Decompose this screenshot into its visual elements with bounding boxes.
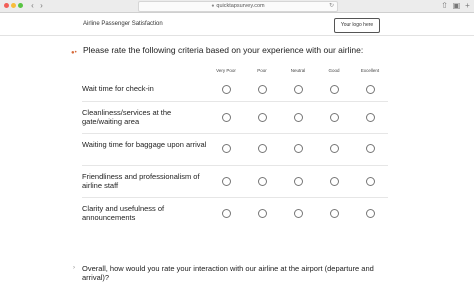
radio-staff-excellent[interactable] <box>365 176 375 186</box>
row-label-announcements: Clarity and usefulness of announcements <box>82 204 165 222</box>
radio-staff-very-poor[interactable] <box>221 176 231 186</box>
question-marker-icon: › <box>73 265 75 271</box>
back-arrow-icon[interactable]: ‹ <box>28 1 37 10</box>
radio-check-in-neutral[interactable] <box>293 84 303 94</box>
row-divider <box>82 197 388 198</box>
survey-header: Airline Passenger Satisfaction Your logo… <box>0 13 474 35</box>
question-1-text: Please rate the following criteria based… <box>83 45 364 55</box>
row-divider <box>82 165 388 166</box>
question-marker-icon: ●• <box>71 50 77 56</box>
maximize-window-button[interactable] <box>18 3 23 8</box>
radio-cleanliness-good[interactable] <box>329 112 339 122</box>
address-bar[interactable]: ● quicktapsurvey.com ↻ <box>138 1 338 12</box>
radio-staff-good[interactable] <box>329 176 339 186</box>
radio-announcements-neutral[interactable] <box>293 208 303 218</box>
survey-title: Airline Passenger Satisfaction <box>83 21 163 27</box>
question-2-text: Overall, how would you rate your interac… <box>82 264 374 282</box>
row-divider <box>82 101 388 102</box>
column-header-poor: Poor <box>257 68 267 73</box>
radio-cleanliness-neutral[interactable] <box>293 112 303 122</box>
column-header-excellent: Excellent <box>360 68 380 73</box>
row-label-baggage: Waiting time for baggage upon arrival <box>82 140 207 149</box>
radio-check-in-very-poor[interactable] <box>221 84 231 94</box>
column-header-very-poor: Very Poor <box>216 68 236 73</box>
lock-icon: ● <box>211 3 215 9</box>
radio-baggage-good[interactable] <box>329 143 339 153</box>
column-header-neutral: Neutral <box>290 68 306 73</box>
radio-baggage-poor[interactable] <box>257 143 267 153</box>
row-label-staff: Friendliness and professionalism of airl… <box>82 172 200 190</box>
column-header-good: Good <box>328 68 340 73</box>
tabs-icon[interactable]: ▣ <box>452 1 461 10</box>
share-icon[interactable]: ⇧ <box>440 1 449 10</box>
radio-check-in-excellent[interactable] <box>365 84 375 94</box>
row-label-cleanliness: Cleanliness/services at the gate/waiting… <box>82 108 172 126</box>
minimize-window-button[interactable] <box>11 3 16 8</box>
radio-announcements-excellent[interactable] <box>365 208 375 218</box>
radio-announcements-good[interactable] <box>329 208 339 218</box>
forward-arrow-icon[interactable]: › <box>37 1 46 10</box>
new-tab-icon[interactable]: + <box>463 1 472 10</box>
radio-check-in-good[interactable] <box>329 84 339 94</box>
row-label-check-in: Wait time for check-in <box>82 84 154 93</box>
radio-staff-neutral[interactable] <box>293 176 303 186</box>
radio-cleanliness-excellent[interactable] <box>365 112 375 122</box>
logo-placeholder: Your logo here <box>334 18 380 33</box>
radio-check-in-poor[interactable] <box>257 84 267 94</box>
radio-cleanliness-very-poor[interactable] <box>221 112 231 122</box>
radio-baggage-excellent[interactable] <box>365 143 375 153</box>
browser-toolbar: ‹ › ● quicktapsurvey.com ↻ ⇧ ▣ + <box>0 0 474 13</box>
radio-staff-poor[interactable] <box>257 176 267 186</box>
header-divider <box>0 35 474 36</box>
row-divider <box>82 133 388 134</box>
reload-icon[interactable]: ↻ <box>329 2 334 11</box>
radio-cleanliness-poor[interactable] <box>257 112 267 122</box>
radio-baggage-very-poor[interactable] <box>221 143 231 153</box>
url-text: quicktapsurvey.com <box>216 3 265 9</box>
radio-announcements-poor[interactable] <box>257 208 267 218</box>
radio-baggage-neutral[interactable] <box>293 143 303 153</box>
close-window-button[interactable] <box>4 3 9 8</box>
radio-announcements-very-poor[interactable] <box>221 208 231 218</box>
